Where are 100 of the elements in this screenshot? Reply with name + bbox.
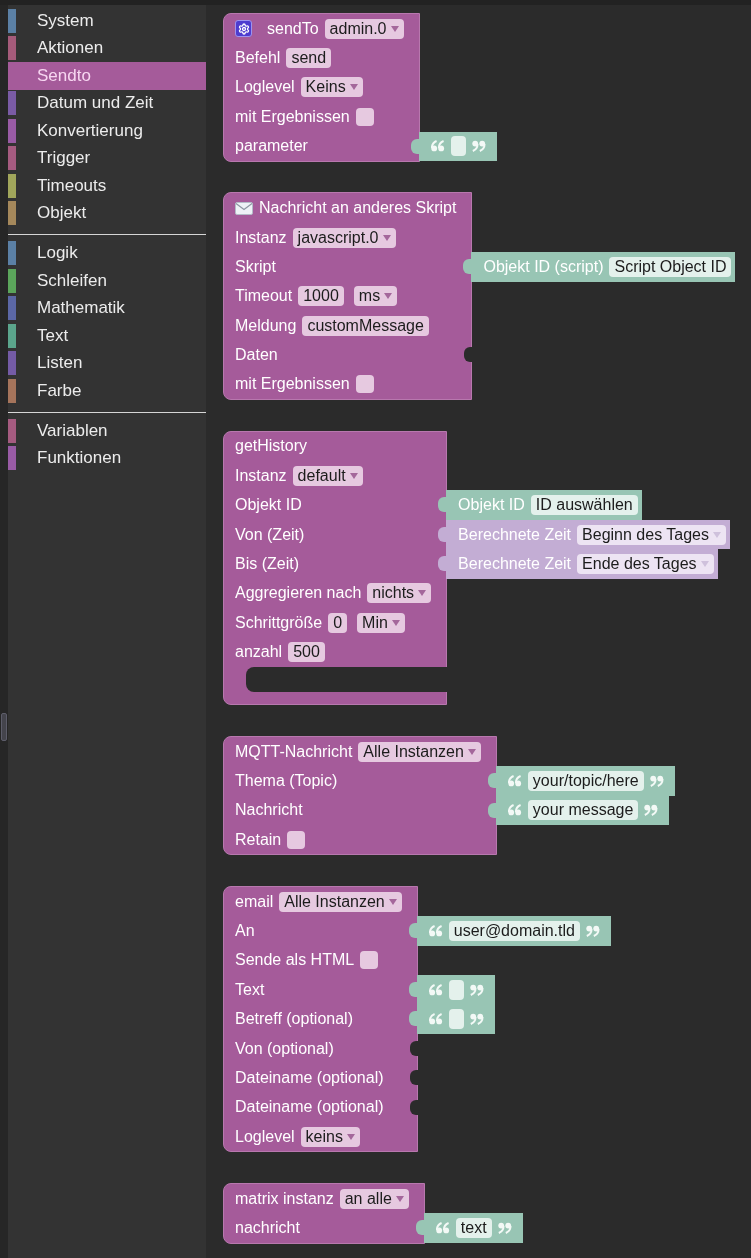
input-label: mit Ergebnissen: [235, 375, 350, 394]
input-label: Von (Zeit): [235, 525, 305, 544]
input-label: Skript: [235, 257, 276, 276]
category-item[interactable]: Schleifen: [8, 267, 206, 295]
text-field[interactable]: Script Object ID: [609, 256, 732, 277]
checkbox[interactable]: [360, 951, 379, 970]
text-field[interactable]: your message: [527, 800, 639, 821]
input-label: Objekt ID: [235, 496, 302, 515]
input-label: parameter: [235, 137, 308, 156]
checkbox[interactable]: [355, 375, 374, 394]
block-title: sendTo: [267, 19, 319, 38]
category-item[interactable]: System: [8, 7, 206, 35]
connector-tab-icon: [438, 556, 447, 572]
dropdown[interactable]: javascript.0: [292, 227, 396, 248]
input-label: Dateiname (optional): [235, 1068, 384, 1087]
block-label: Berechnete Zeit: [458, 554, 572, 573]
connector-tab-icon: [408, 1011, 417, 1027]
text-field[interactable]: text: [455, 1217, 492, 1238]
dropdown[interactable]: nichts: [367, 583, 432, 604]
input-label: Thema (Topic): [235, 771, 338, 790]
dropdown[interactable]: keins: [300, 1126, 360, 1147]
text-field[interactable]: user@domain.tld: [448, 920, 580, 941]
caret-icon: [382, 234, 391, 241]
text-field[interactable]: 0: [328, 612, 348, 633]
connector-tab-icon: [463, 259, 472, 275]
block-label: Objekt ID (script): [483, 257, 604, 276]
open-quote-icon: [428, 1013, 443, 1026]
text-field[interactable]: customMessage: [302, 315, 429, 336]
category-item[interactable]: Logik: [8, 239, 206, 267]
block-label: Berechnete Zeit: [458, 525, 572, 544]
input-label: Daten: [235, 346, 278, 365]
checkbox[interactable]: [355, 107, 374, 126]
checkbox[interactable]: [287, 830, 306, 849]
input-label: Aggregieren nach: [235, 584, 362, 603]
block-title: getHistory: [235, 437, 308, 456]
input-label: anzahl: [235, 643, 283, 662]
text-field[interactable]: ID auswählen: [530, 495, 638, 516]
category-item[interactable]: Farbe: [8, 377, 206, 405]
category-item[interactable]: Datum und Zeit: [8, 89, 206, 117]
category-item[interactable]: Timeouts: [8, 172, 206, 200]
dropdown[interactable]: Keins: [300, 77, 363, 98]
close-quote-icon: [469, 1013, 484, 1026]
input-label: mit Ergebnissen: [235, 107, 350, 126]
dropdown[interactable]: admin.0: [324, 18, 404, 39]
text-field[interactable]: your/topic/here: [527, 770, 644, 791]
input-label: Text: [235, 980, 265, 999]
block-title: MQTT-Nachricht: [235, 742, 353, 761]
caret-icon: [467, 748, 476, 755]
close-quote-icon: [471, 140, 486, 153]
dropdown[interactable]: default: [292, 465, 363, 486]
splitter-handle[interactable]: [1, 713, 7, 741]
caret-icon: [390, 25, 399, 32]
input-label: Von (optional): [235, 1039, 334, 1058]
category-item[interactable]: Listen: [8, 349, 206, 377]
caret-icon: [349, 472, 358, 479]
close-quote-icon: [644, 804, 659, 817]
text-field[interactable]: 500: [288, 642, 325, 663]
input-label: Dateiname (optional): [235, 1098, 384, 1117]
category-item[interactable]: Mathematik: [8, 294, 206, 322]
caret-icon: [388, 898, 397, 905]
category-item[interactable]: Aktionen: [8, 34, 206, 62]
socket-notch-icon: [464, 347, 473, 363]
category-item[interactable]: Sendto: [8, 62, 206, 90]
category-item[interactable]: Funktionen: [8, 444, 206, 472]
category-item[interactable]: Trigger: [8, 144, 206, 172]
caret-icon: [384, 293, 393, 300]
connector-tab-icon: [408, 982, 417, 998]
category-item[interactable]: Text: [8, 322, 206, 350]
open-quote-icon: [428, 924, 443, 937]
input-label: Sende als HTML: [235, 951, 355, 970]
caret-icon: [395, 1195, 404, 1202]
close-quote-icon: [497, 1221, 512, 1234]
connector-tab-icon: [438, 497, 447, 513]
input-label: An: [235, 921, 255, 940]
dropdown[interactable]: Alle Instanzen: [279, 891, 402, 912]
input-label: Befehl: [235, 49, 281, 68]
text-field[interactable]: [448, 1009, 464, 1030]
caret-icon: [391, 619, 400, 626]
category-item[interactable]: Objekt: [8, 199, 206, 227]
input-label: Loglevel: [235, 1127, 295, 1146]
text-field[interactable]: [448, 979, 464, 1000]
dropdown[interactable]: an alle: [339, 1188, 409, 1209]
gear-icon: [235, 20, 252, 38]
open-quote-icon: [435, 1221, 450, 1234]
text-field[interactable]: [450, 136, 466, 157]
block-title: email: [235, 892, 274, 911]
open-quote-icon: [428, 983, 443, 996]
caret-icon: [418, 590, 427, 597]
text-field[interactable]: send: [286, 48, 332, 69]
dropdown[interactable]: ms: [353, 286, 398, 307]
dropdown[interactable]: Beginn des Tages: [577, 524, 726, 545]
envelope-icon: [235, 201, 253, 215]
text-field[interactable]: 1000: [298, 286, 344, 307]
category-item[interactable]: Variablen: [8, 417, 206, 445]
dropdown[interactable]: Ende des Tages: [577, 553, 714, 574]
category-item[interactable]: Konvertierung: [8, 117, 206, 145]
input-label: Loglevel: [235, 78, 295, 97]
dropdown[interactable]: Alle Instanzen: [358, 741, 481, 762]
dropdown[interactable]: Min: [357, 612, 405, 633]
caret-icon: [349, 84, 358, 91]
